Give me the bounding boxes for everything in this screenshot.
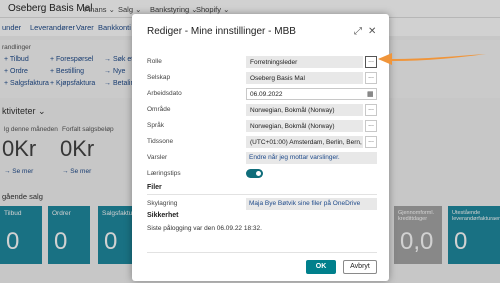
field-role: Rolle Forretningsleder ...	[147, 56, 377, 70]
region-value[interactable]: Norwegian, Bokmål (Norway)	[246, 104, 363, 116]
role-label: Rolle	[147, 58, 162, 65]
timezone-lookup-button[interactable]: ...	[365, 136, 377, 148]
annotation-arrow	[378, 53, 486, 65]
cloud-storage-label: Skylagring	[147, 200, 178, 207]
notifications-label: Varsler	[147, 154, 168, 161]
close-icon[interactable]: ✕	[368, 26, 376, 37]
role-value[interactable]: Forretningsleder	[246, 56, 363, 68]
company-value[interactable]: Oseberg Basis Mal	[246, 72, 363, 84]
workdate-label: Arbeidsdato	[147, 90, 182, 97]
teaching-tips-toggle[interactable]	[246, 169, 263, 178]
files-section-title: Filer	[147, 184, 162, 191]
cloud-storage-link[interactable]: Maja Bye Bøtvik sine filer på OneDrive	[246, 198, 377, 210]
field-notifications: Varsler Endre når jeg mottar varslinger.	[147, 152, 377, 166]
footer-separator	[147, 252, 377, 253]
dialog-title: Rediger - Mine innstillinger - MBB	[147, 26, 296, 37]
timezone-value[interactable]: (UTC+01:00) Amsterdam, Berlin, Bern, Ro.…	[246, 136, 363, 148]
field-language: Språk Norwegian, Bokmål (Norway) ...	[147, 120, 377, 134]
field-teaching-tips: Læringstips	[147, 168, 377, 182]
files-separator	[147, 194, 377, 195]
company-lookup-button[interactable]: ...	[365, 72, 377, 84]
language-lookup-button[interactable]: ...	[365, 120, 377, 132]
field-region: Område Norwegian, Bokmål (Norway) ...	[147, 104, 377, 118]
last-login-text: Siste pålogging var den 06.09.22 18:32.	[147, 225, 262, 232]
language-value[interactable]: Norwegian, Bokmål (Norway)	[246, 120, 363, 132]
field-cloud-storage: Skylagring Maja Bye Bøtvik sine filer på…	[147, 198, 377, 212]
notifications-link[interactable]: Endre når jeg mottar varslinger.	[246, 152, 377, 164]
calendar-icon[interactable]: ▦	[367, 90, 374, 98]
company-label: Selskap	[147, 74, 171, 81]
settings-dialog: Rediger - Mine innstillinger - MBB ⤢ ✕ R…	[132, 14, 389, 281]
region-lookup-button[interactable]: ...	[365, 104, 377, 116]
ok-button[interactable]: OK	[306, 260, 336, 274]
field-timezone: Tidssone (UTC+01:00) Amsterdam, Berlin, …	[147, 136, 377, 150]
security-section-title: Sikkerhet	[147, 212, 179, 219]
workdate-input[interactable]: 06.09.2022	[246, 88, 377, 100]
field-workdate: Arbeidsdato 06.09.2022 ▦	[147, 88, 377, 102]
expand-icon[interactable]: ⤢	[354, 26, 362, 37]
language-label: Språk	[147, 122, 164, 129]
field-company: Selskap Oseberg Basis Mal ...	[147, 72, 377, 86]
cancel-button[interactable]: Avbryt	[343, 260, 377, 274]
region-label: Område	[147, 106, 171, 113]
timezone-label: Tidssone	[147, 138, 174, 145]
teaching-tips-label: Læringstips	[147, 170, 181, 177]
